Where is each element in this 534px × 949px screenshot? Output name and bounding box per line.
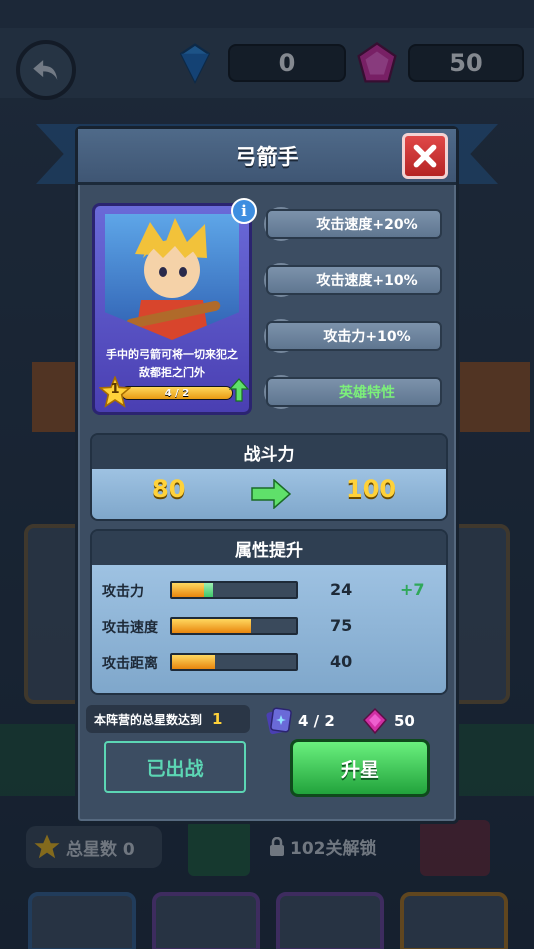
hero-upgrade-modal: 弓箭手 i 手中的弓箭可将一切来犯之 敌都拒之门外 4 / 2 1 攻击速度+2…	[75, 126, 459, 824]
upgrade-star-button[interactable]: 升星	[290, 739, 430, 797]
attr-row-attack: 攻击力 24 +7	[92, 579, 446, 601]
hero-portrait	[105, 214, 239, 340]
attr-row-attack-speed: 攻击速度 75	[92, 615, 446, 637]
star-requirement: 本阵营的总星数达到 1	[86, 705, 250, 733]
attr-value: 40	[330, 652, 353, 671]
close-icon	[413, 144, 437, 168]
attr-bar-fill	[172, 619, 252, 633]
attr-label: 攻击距离	[102, 656, 158, 672]
crystal-cost-value: 50	[394, 712, 415, 730]
info-icon[interactable]: i	[231, 198, 257, 224]
crystal-cost: 50	[362, 707, 415, 735]
attr-value: 24	[330, 580, 353, 599]
upgrade-arrow-icon	[229, 378, 249, 402]
power-section: 战斗力 80 100	[90, 433, 448, 521]
power-old-value: 80	[152, 475, 186, 503]
star-level-value: 1	[110, 382, 120, 397]
attr-bar	[170, 617, 298, 635]
attr-label: 攻击速度	[102, 620, 158, 636]
modal-title: 弓箭手	[235, 144, 299, 169]
attr-label: 攻击力	[102, 584, 144, 600]
attr-row-attack-range: 攻击距离 40	[92, 651, 446, 673]
hero-card-icon	[266, 707, 292, 735]
hero-card-progress-text: 4 / 2	[164, 387, 190, 399]
attr-bar-fill	[172, 655, 216, 669]
archer-avatar-icon	[126, 218, 221, 340]
hero-description-line-1: 手中的弓箭可将一切来犯之	[106, 348, 238, 361]
hero-card-progress-bar: 4 / 2	[121, 386, 233, 400]
deployed-button[interactable]: 已出战	[104, 741, 246, 793]
attr-bar	[170, 581, 298, 599]
trait-hero-feature[interactable]: 英雄特性	[266, 377, 442, 407]
attr-bonus: +7	[400, 580, 425, 599]
power-body: 80 100	[92, 469, 446, 519]
crystal-icon	[362, 707, 388, 735]
power-title: 战斗力	[92, 435, 446, 469]
trait-attack-speed-20: 攻击速度+20%	[266, 209, 442, 239]
star-requirement-text: 本阵营的总星数达到	[94, 712, 203, 727]
hero-card: i 手中的弓箭可将一切来犯之 敌都拒之门外 4 / 2 1	[92, 198, 257, 415]
trait-attack-power-10: 攻击力+10%	[266, 321, 442, 351]
star-requirement-value: 1	[212, 710, 223, 728]
attr-bar	[170, 653, 298, 671]
attributes-body: 攻击力 24 +7 攻击速度 75 攻击距离 40	[92, 565, 446, 693]
attr-bar-bonus-fill	[204, 583, 213, 597]
attributes-title: 属性提升	[92, 531, 446, 565]
attr-value: 75	[330, 616, 353, 635]
close-button[interactable]	[402, 133, 448, 179]
attributes-section: 属性提升 攻击力 24 +7 攻击速度 75 攻击距离 40	[90, 529, 448, 695]
power-new-value: 100	[346, 475, 397, 503]
attr-bar-fill	[172, 583, 205, 597]
modal-header: 弓箭手	[78, 129, 456, 185]
arrow-right-icon	[251, 479, 292, 509]
card-cost: 4 / 2	[266, 707, 335, 735]
trait-attack-speed-10: 攻击速度+10%	[266, 265, 442, 295]
card-cost-value: 4 / 2	[298, 712, 335, 730]
